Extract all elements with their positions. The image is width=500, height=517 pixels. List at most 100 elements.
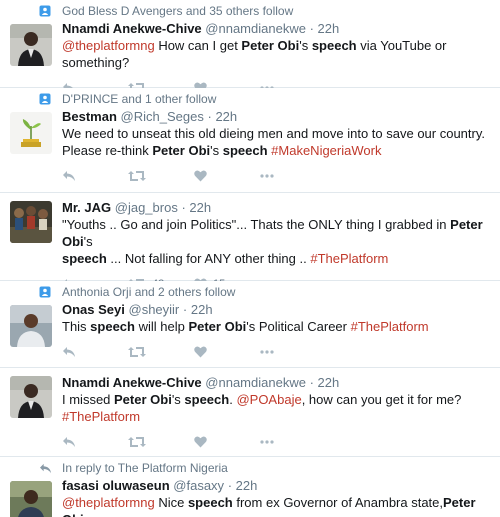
text-segment: 's Political Career xyxy=(246,319,351,334)
tweet-text: This speech will help Peter Obi's Politi… xyxy=(62,318,490,335)
more-icon xyxy=(260,350,274,354)
author-name[interactable]: Mr. JAG xyxy=(62,200,111,215)
heart-icon xyxy=(194,436,207,448)
tweet[interactable]: In reply to The Platform Nigeria fasasi … xyxy=(0,457,500,517)
tweet-header: Nnamdi Anekwe-Chive @nnamdianekwe · 22h xyxy=(62,20,490,37)
text-segment: This xyxy=(62,319,91,334)
tweet[interactable]: Mr. JAG @jag_bros · 22h "Youths .. Go an… xyxy=(0,193,500,290)
tweet-header: Mr. JAG @jag_bros · 22h xyxy=(62,199,490,216)
text-segment: 's xyxy=(210,143,223,158)
text-segment: Please re-think xyxy=(62,143,153,158)
context-text[interactable]: In reply to The Platform Nigeria xyxy=(62,461,228,475)
separator-dot: · xyxy=(309,375,314,390)
highlighted-term: Peter Obi xyxy=(188,319,247,334)
tweet-time[interactable]: 22h xyxy=(215,109,237,124)
tweet-text: @theplatformng Nice speech from ex Gover… xyxy=(62,494,490,517)
author-handle[interactable]: @fasaxy xyxy=(173,478,224,493)
reply-button[interactable] xyxy=(62,170,128,182)
context-text[interactable]: D'PRINCE and 1 other follow xyxy=(62,92,216,106)
avatar[interactable] xyxy=(10,112,52,154)
more-icon xyxy=(260,174,274,178)
highlighted-term: Peter Obi xyxy=(114,392,172,407)
mention-link[interactable]: @POAbaje xyxy=(236,392,301,407)
reply-icon xyxy=(62,436,76,448)
highlighted-term: Peter Obi xyxy=(241,38,300,53)
tweet-time[interactable]: 22h xyxy=(189,200,211,215)
more-button[interactable] xyxy=(260,440,274,444)
tweet-text-line: This speech will help Peter Obi's Politi… xyxy=(62,318,490,335)
retweet-button[interactable] xyxy=(128,436,194,448)
like-button[interactable] xyxy=(194,436,260,448)
context-text[interactable]: God Bless D Avengers and 35 others follo… xyxy=(62,4,293,18)
tweet-text-line: speech ... Not falling for ANY other thi… xyxy=(62,250,490,267)
author-name[interactable]: Bestman xyxy=(62,109,117,124)
tweet[interactable]: God Bless D Avengers and 35 others follo… xyxy=(0,0,500,94)
tweet[interactable]: Nnamdi Anekwe-Chive @nnamdianekwe · 22h … xyxy=(0,368,500,457)
separator-dot: · xyxy=(227,478,233,493)
author-handle[interactable]: @jag_bros xyxy=(115,200,178,215)
avatar[interactable] xyxy=(10,201,52,243)
author-handle[interactable]: @nnamdianekwe xyxy=(205,21,306,36)
author-name[interactable]: Onas Seyi xyxy=(62,302,125,317)
person-follow-icon xyxy=(38,286,52,298)
tweet-time[interactable]: 22h xyxy=(191,302,213,317)
reply-button[interactable] xyxy=(62,436,128,448)
tweet-text: We need to unseat this old dieing men an… xyxy=(62,125,490,159)
text-segment: from ex Governor of Anambra state, xyxy=(232,495,444,510)
retweet-button[interactable] xyxy=(128,170,194,182)
mention-link[interactable]: @theplatformng xyxy=(62,38,155,53)
avatar[interactable] xyxy=(10,376,52,418)
reply-icon xyxy=(62,170,76,182)
text-segment: 's xyxy=(299,38,312,53)
more-button[interactable] xyxy=(260,350,274,354)
separator-dot: · xyxy=(182,302,188,317)
tweet-text-line: I missed Peter Obi's speech. @POAbaje, h… xyxy=(62,391,490,408)
text-segment: , how can you get it for me? xyxy=(301,392,462,407)
like-button[interactable] xyxy=(194,170,260,182)
avatar[interactable] xyxy=(10,24,52,66)
more-button[interactable] xyxy=(260,174,274,178)
tweet[interactable]: Anthonia Orji and 2 others follow Onas S… xyxy=(0,281,500,368)
reply-button[interactable] xyxy=(62,346,128,358)
author-handle[interactable]: @Rich_Seges xyxy=(121,109,204,124)
text-segment: ... Not falling for ANY other thing .. xyxy=(106,251,311,266)
context-text[interactable]: Anthonia Orji and 2 others follow xyxy=(62,285,235,299)
retweet-icon xyxy=(128,346,146,358)
tweet[interactable]: D'PRINCE and 1 other follow Bestman @Ric… xyxy=(0,88,500,193)
tweet-text-line: Please re-think Peter Obi's speech #Make… xyxy=(62,142,490,159)
author-handle[interactable]: @nnamdianekwe xyxy=(205,375,306,390)
mention-link[interactable]: @theplatformng xyxy=(62,495,155,510)
tweet-actions xyxy=(62,161,490,191)
highlighted-term: speech xyxy=(62,251,107,266)
text-segment: . xyxy=(84,512,88,517)
tweet-header: Nnamdi Anekwe-Chive @nnamdianekwe · 22h xyxy=(62,374,490,391)
avatar[interactable] xyxy=(10,481,52,517)
tweet-context: God Bless D Avengers and 35 others follo… xyxy=(39,0,490,20)
text-segment: I missed xyxy=(62,392,115,407)
tweet-actions xyxy=(62,427,490,457)
author-name[interactable]: Nnamdi Anekwe-Chive xyxy=(62,21,202,36)
author-handle[interactable]: @sheyiir xyxy=(129,302,180,317)
hashtag-link[interactable]: #MakeNigeriaWork xyxy=(271,143,381,158)
heart-icon xyxy=(194,170,207,182)
text-segment: 's xyxy=(83,234,93,249)
text-segment: We need to unseat this old dieing men an… xyxy=(62,126,485,141)
tweet-header: Onas Seyi @sheyiir · 22h xyxy=(62,301,490,318)
author-name[interactable]: Nnamdi Anekwe-Chive xyxy=(62,375,202,390)
tweet-context: In reply to The Platform Nigeria xyxy=(39,457,490,477)
retweet-button[interactable] xyxy=(128,346,194,358)
highlighted-term: speech xyxy=(184,392,230,407)
tweet-time[interactable]: 22h xyxy=(236,478,258,493)
tweet-time[interactable]: 22h xyxy=(318,375,340,390)
hashtag-link[interactable]: #ThePlatform xyxy=(62,409,140,424)
like-button[interactable] xyxy=(194,346,260,358)
author-name[interactable]: fasasi oluwaseun xyxy=(62,478,170,493)
tweet-text-line: @theplatformng Nice speech from ex Gover… xyxy=(62,494,490,517)
avatar[interactable] xyxy=(10,305,52,347)
tweet-time[interactable]: 22h xyxy=(318,21,340,36)
hashtag-link[interactable]: #ThePlatform xyxy=(351,319,429,334)
reply-arrow-icon xyxy=(38,463,52,474)
hashtag-link[interactable]: #ThePlatform xyxy=(310,251,388,266)
text-segment: will help xyxy=(134,319,189,334)
highlighted-term: speech xyxy=(187,495,233,510)
